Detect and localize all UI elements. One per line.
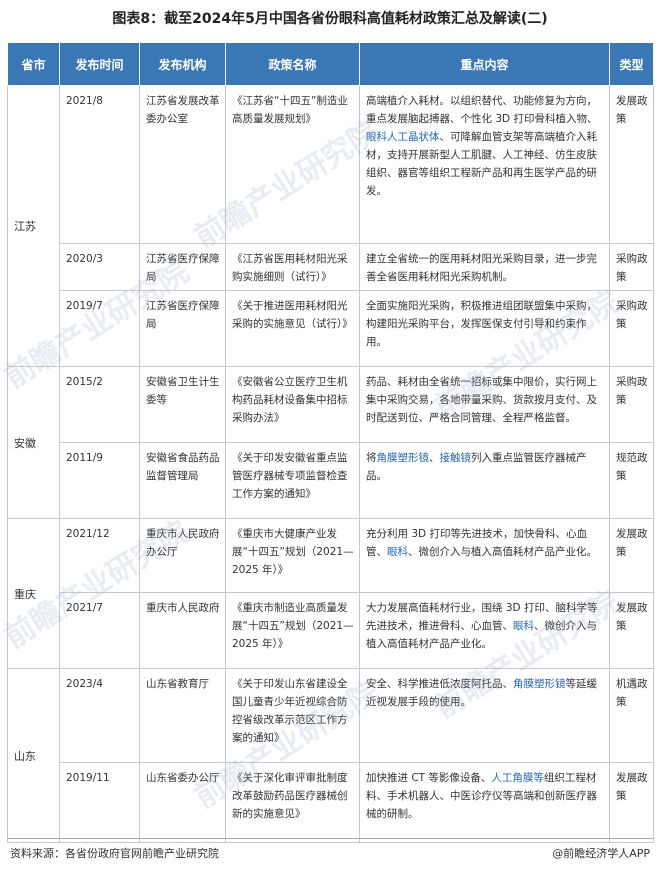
policy-cell: 《关于印发山东省建设全国儿童青少年近视综合防控省级改革示范区工作方案的通知》	[225, 668, 360, 763]
province-cell: 江苏	[7, 85, 60, 367]
content-cell: 安全、科学推进低浓度阿托品、角膜塑形镜等延缓近视发展手段的使用。	[359, 668, 610, 763]
content-cell: 大力发展高值耗材行业，围绕 3D 打印、脑科学等先进技术，推进骨科、心血管、眼科…	[359, 592, 610, 669]
content-text: 建立全省统一的医用耗材阳光采购目录，进一步完善全省医用耗材阳光采购机制。	[366, 253, 597, 283]
policy-cell: 《江苏省“十四五”制造业高质量发展规划》	[225, 85, 360, 244]
header-org: 发布机构	[139, 42, 226, 86]
type-cell: 采购政策	[609, 243, 654, 291]
highlighted-term: 角膜塑形镜	[376, 452, 430, 464]
header-province: 省市	[7, 42, 60, 86]
org-cell: 山东省教育厅	[139, 668, 226, 763]
content-text: 、微创介入与植入高值耗材产品产业化。	[408, 546, 597, 558]
table-row: 安徽 2015/2 安徽省卫生计生委等 《安徽省公立医疗卫生机构药品耗材设备集中招标采…	[7, 366, 654, 519]
table-row: 2011/9 安徽省食品药品监督管理局 《关于印发安徽省重点监管医疗器械专项监督检查…	[8, 442, 654, 519]
type-cell: 发展政策	[609, 592, 654, 669]
org-cell: 江苏省发展改革委办公室	[139, 85, 226, 244]
province-cell: 安徽	[7, 366, 60, 519]
date-cell: 2019/11	[59, 762, 140, 843]
date-cell: 2011/9	[59, 442, 140, 519]
table-row: 江苏 2021/8 江苏省发展改革委办公室 《江苏省“十四五”制造业高质量发展规划》高…	[7, 85, 654, 367]
policy-cell: 《关于印发安徽省重点监管医疗器械专项监督检查工作方案的通知》	[225, 442, 360, 519]
province-cell: 山东	[7, 668, 60, 843]
policy-cell: 《重庆市大健康产业发展“十四五”规划（2021—2025 年）》	[225, 518, 360, 593]
date-cell: 2021/7	[59, 592, 140, 669]
policy-cell: 《关于推进医用耗材阳光采购的实施意见（试行）》	[225, 290, 360, 367]
table-row: 重庆 2021/12 重庆市人民政府办公厅 《重庆市大健康产业发展“十四五”规划（20…	[7, 518, 654, 669]
date-cell: 2023/4	[59, 668, 140, 763]
content-text: 高端植介入耗材。以组织替代、功能修复为方向，重点发展脑起搏器、个性化 3D 打印…	[366, 95, 598, 125]
highlighted-term: 眼科	[513, 620, 534, 632]
table-row: 2021/7 重庆市人民政府 《重庆市制造业高质量发展“十四五”规划（2021—20…	[8, 592, 654, 669]
policy-cell: 《关于深化审评审批制度改革鼓励药品医疗器械创新的实施意见》	[225, 762, 360, 843]
content-cell: 全面实施阳光采购，积极推进组团联盟集中采购，构建阳光采购平台，发挥医保支付引导和…	[359, 290, 610, 367]
highlighted-term: 接触镜	[439, 452, 472, 464]
figure-title: 图表8：截至2024年5月中国各省份眼科高值耗材政策汇总及解读(二)	[112, 11, 548, 27]
content-cell: 药品、耗材由全省统一招标或集中限价，实行网上集中采购交易，各地带量采购、货款按月…	[359, 366, 610, 443]
content-text: 加快推进 CT 等影像设备、	[366, 772, 492, 784]
content-text: 药品、耗材由全省统一招标或集中限价，实行网上集中采购交易，各地带量采购、货款按月…	[366, 376, 597, 424]
date-cell: 2019/7	[59, 290, 140, 367]
type-cell: 发展政策	[609, 518, 654, 593]
header-type: 类型	[609, 42, 654, 86]
content-text: 安全、科学推进低浓度阿托品、	[366, 678, 513, 690]
date-cell: 2021/12	[59, 518, 140, 593]
policy-cell: 《江苏省医用耗材阳光采购实施细则（试行）》	[225, 243, 360, 291]
content-cell: 高端植介入耗材。以组织替代、功能修复为方向，重点发展脑起搏器、个性化 3D 打印…	[359, 85, 610, 244]
content-cell: 建立全省统一的医用耗材阳光采购目录，进一步完善全省医用耗材阳光采购机制。	[359, 243, 610, 291]
type-cell: 发展政策	[609, 762, 654, 843]
table-row: 2020/3 江苏省医疗保障局 《江苏省医用耗材阳光采购实施细则（试行）》 建立全省统…	[8, 243, 654, 291]
type-cell: 机遇政策	[609, 668, 654, 763]
policy-cell: 《安徽省公立医疗卫生机构药品耗材设备集中招标采购办法》	[225, 366, 360, 443]
org-cell: 安徽省食品药品监督管理局	[139, 442, 226, 519]
footer-divider	[7, 838, 653, 839]
org-cell: 安徽省卫生计生委等	[139, 366, 226, 443]
date-cell: 2020/3	[59, 243, 140, 291]
province-cell: 重庆	[7, 518, 60, 669]
source-note: 资料来源：各省份政府官网前瞻产业研究院	[10, 847, 219, 860]
policy-cell: 《重庆市制造业高质量发展“十四五”规划（2021—2025 年）》	[225, 592, 360, 669]
content-cell: 充分利用 3D 打印等先进技术，加快骨科、心血管、眼科、微创介入与植入高值耗材产…	[359, 518, 610, 593]
content-cell: 加快推进 CT 等影像设备、人工角膜等组织工程材料、手术机器人、中医诊疗仪等高端…	[359, 762, 610, 843]
content-cell: 将角膜塑形镜、接触镜列入重点监管医疗器械产品。	[359, 442, 610, 519]
highlighted-term: 眼科人工晶状体	[366, 131, 440, 143]
type-cell: 采购政策	[609, 366, 654, 443]
header-policy: 政策名称	[225, 42, 360, 86]
highlighted-term: 人工角膜等	[491, 772, 544, 784]
highlighted-term: 角膜塑形镜	[513, 678, 566, 690]
org-cell: 山东省委办公厅	[139, 762, 226, 843]
content-text: 、	[429, 452, 440, 464]
table-header-row: 省市 发布时间 发布机构 政策名称 重点内容 类型	[7, 42, 654, 86]
header-content: 重点内容	[359, 42, 610, 86]
type-cell: 发展政策	[609, 85, 654, 244]
policy-table: 省市 发布时间 发布机构 政策名称 重点内容 类型 江苏 2021/8 江苏省发展改…	[7, 42, 654, 843]
content-text: 将	[366, 452, 377, 464]
type-cell: 采购政策	[609, 290, 654, 367]
org-cell: 江苏省医疗保障局	[139, 243, 226, 291]
org-cell: 江苏省医疗保障局	[139, 290, 226, 367]
org-cell: 重庆市人民政府办公厅	[139, 518, 226, 593]
table-row: 2019/7 江苏省医疗保障局 《关于推进医用耗材阳光采购的实施意见（试行）》 全面实…	[8, 290, 654, 367]
highlighted-term: 眼科	[387, 546, 408, 558]
date-cell: 2021/8	[59, 85, 140, 244]
org-cell: 重庆市人民政府	[139, 592, 226, 669]
brand-credit: @前瞻经济学人APP	[552, 847, 650, 860]
date-cell: 2015/2	[59, 366, 140, 443]
table-row: 2019/11 山东省委办公厅 《关于深化审评审批制度改革鼓励药品医疗器械创新的实施…	[8, 762, 654, 843]
type-cell: 规范政策	[609, 442, 654, 519]
header-date: 发布时间	[59, 42, 140, 86]
table-row: 山东 2023/4 山东省教育厅 《关于印发山东省建设全国儿童青少年近视综合防控省级改…	[7, 668, 654, 843]
content-text: 全面实施阳光采购，积极推进组团联盟集中采购，构建阳光采购平台，发挥医保支付引导和…	[366, 300, 597, 348]
